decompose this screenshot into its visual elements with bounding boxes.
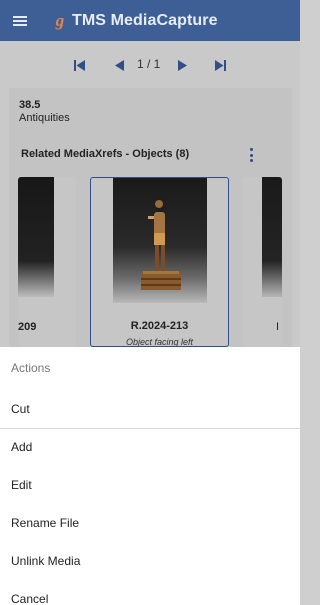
add-action[interactable]: Add: [0, 428, 300, 466]
object-number: 38.5: [19, 99, 41, 111]
thumbnail-caption: Object facing left: [125, 337, 194, 347]
object-photo: [262, 177, 282, 297]
object-department: Antiquities: [19, 112, 70, 124]
next-page-icon[interactable]: [176, 55, 188, 75]
actions-bottom-sheet: Actions Cut Add Edit Rename File Unlink …: [0, 347, 300, 605]
media-thumbnail[interactable]: 209: [18, 177, 76, 347]
cut-action[interactable]: Cut: [0, 390, 300, 428]
last-page-icon[interactable]: [214, 55, 226, 75]
unlink-media-action[interactable]: Unlink Media: [0, 542, 300, 580]
menu-button[interactable]: [0, 0, 40, 41]
object-photo: [18, 177, 54, 297]
pager: 1 / 1: [0, 55, 300, 75]
cancel-action[interactable]: Cancel: [0, 580, 300, 605]
actions-header: Actions: [11, 361, 51, 375]
app-title: TMS MediaCapture: [72, 11, 218, 29]
rename-file-action[interactable]: Rename File: [0, 504, 300, 542]
previous-page-icon[interactable]: [113, 55, 125, 75]
more-options-icon[interactable]: [246, 148, 256, 162]
thumbnail-label: I: [276, 321, 280, 333]
first-page-icon[interactable]: [73, 55, 85, 75]
media-thumbnail-selected[interactable]: R.2024-213 Object facing left: [90, 177, 229, 347]
page-indicator: 1 / 1: [137, 57, 161, 71]
hamburger-icon: [13, 15, 27, 26]
app-bar: g TMS MediaCapture: [0, 0, 300, 41]
media-thumbnail[interactable]: I: [242, 177, 282, 347]
statue-image: [141, 193, 181, 290]
edit-action[interactable]: Edit: [0, 466, 300, 504]
thumbnail-label: 209: [18, 321, 37, 333]
object-photo: [113, 178, 207, 303]
app-logo: g: [55, 10, 65, 30]
thumbnail-label: R.2024-213: [130, 320, 189, 332]
related-mediaxrefs-title: Related MediaXrefs - Objects (8): [21, 148, 190, 160]
